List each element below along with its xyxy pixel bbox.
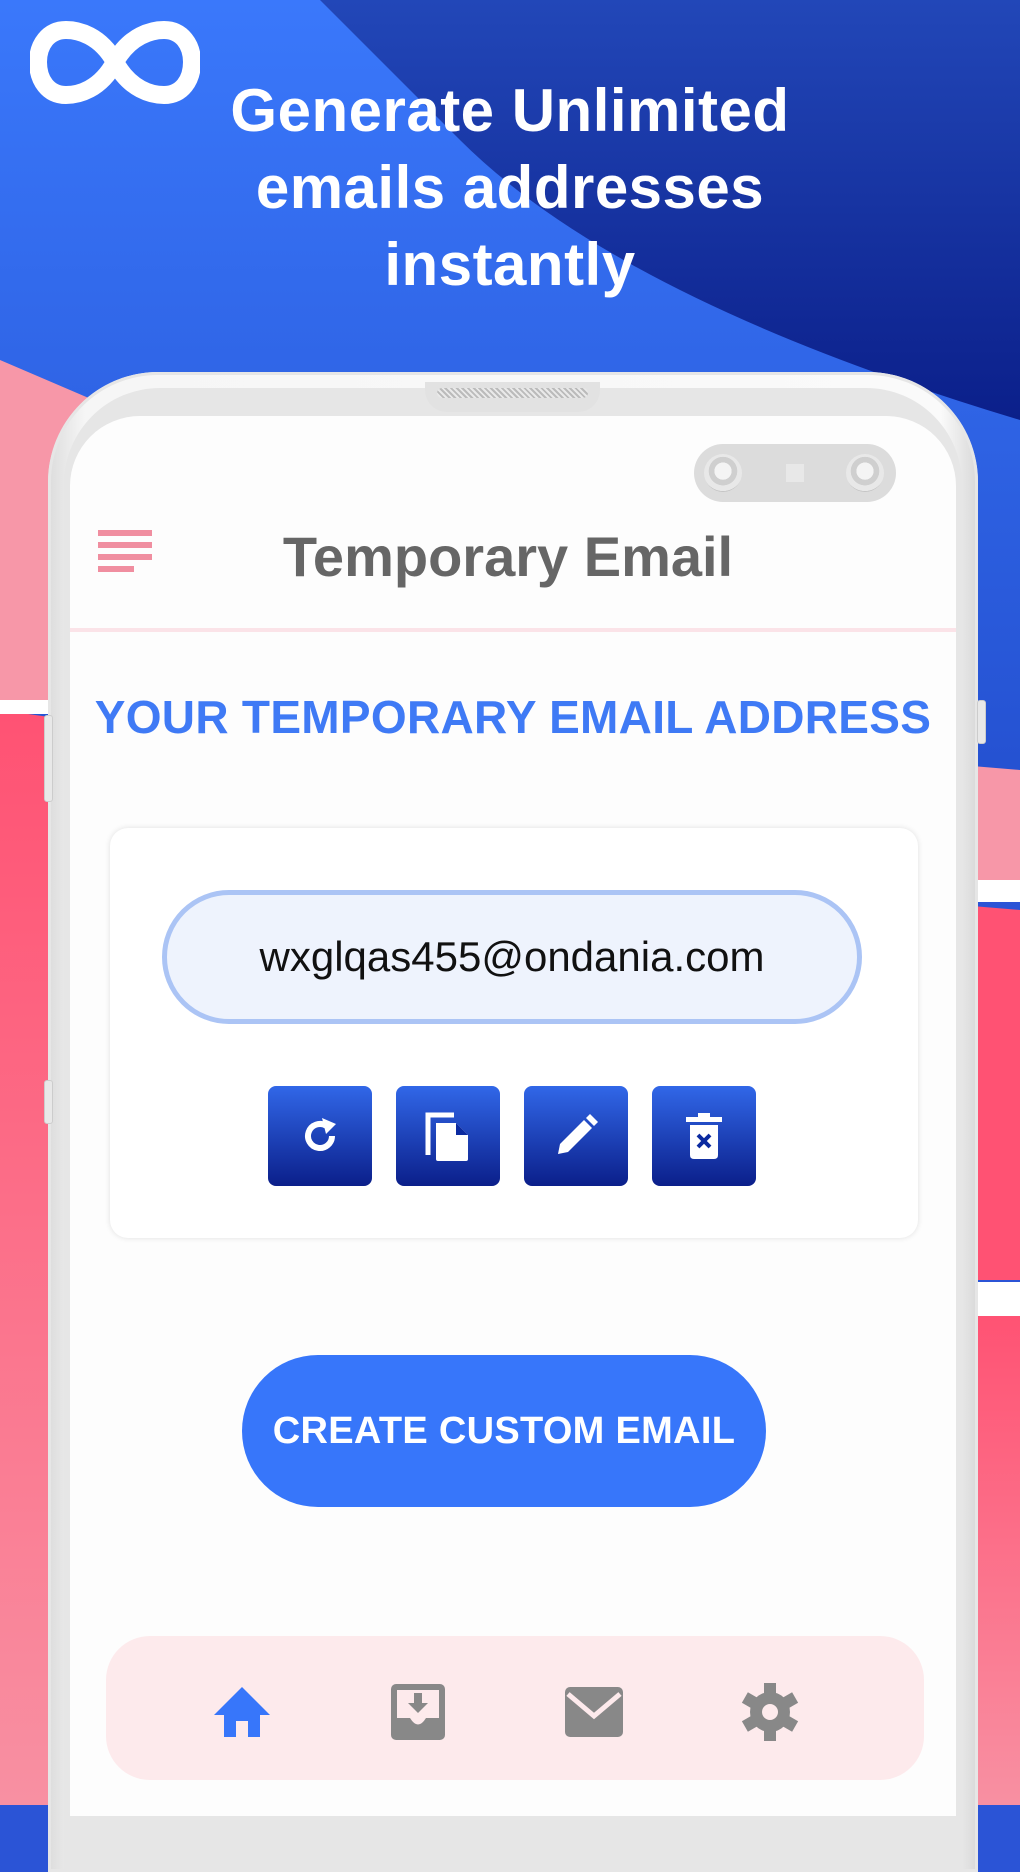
phone-side-button bbox=[977, 700, 986, 744]
create-custom-email-button[interactable]: CREATE CUSTOM EMAIL bbox=[242, 1355, 766, 1507]
email-address-field[interactable]: wxglqas455@ondania.com bbox=[162, 890, 862, 1024]
phone-speaker bbox=[425, 382, 600, 412]
phone-side-button bbox=[44, 1080, 53, 1124]
trash-icon bbox=[686, 1113, 722, 1159]
headline-line: Generate Unlimited bbox=[230, 77, 790, 144]
camera-lens bbox=[846, 454, 884, 492]
refresh-button[interactable] bbox=[268, 1086, 372, 1186]
headline-line: emails addresses bbox=[255, 154, 765, 221]
camera-lens bbox=[704, 454, 742, 492]
bottom-nav bbox=[106, 1636, 924, 1780]
refresh-icon bbox=[305, 1118, 336, 1151]
nav-inbox[interactable] bbox=[386, 1680, 450, 1744]
camera-sensor bbox=[786, 464, 804, 482]
edit-button[interactable] bbox=[524, 1086, 628, 1186]
email-actions bbox=[268, 1086, 756, 1186]
nav-settings[interactable] bbox=[738, 1680, 802, 1744]
promo-headline: Generate Unlimited emails addresses inst… bbox=[130, 72, 890, 303]
phone-camera bbox=[694, 444, 896, 502]
app-bar-divider bbox=[70, 628, 956, 632]
delete-button[interactable] bbox=[652, 1086, 756, 1186]
pencil-icon bbox=[558, 1114, 598, 1154]
nav-home[interactable] bbox=[210, 1680, 274, 1744]
home-icon bbox=[214, 1687, 270, 1737]
nav-mail[interactable] bbox=[562, 1680, 626, 1744]
envelope-icon bbox=[565, 1687, 623, 1737]
copy-icon bbox=[425, 1112, 468, 1161]
headline-line: instantly bbox=[384, 231, 636, 298]
app-title: Temporary Email bbox=[282, 525, 734, 588]
inbox-download-icon bbox=[391, 1684, 445, 1740]
section-title: YOUR TEMPORARY EMAIL ADDRESS bbox=[94, 691, 932, 743]
copy-button[interactable] bbox=[396, 1086, 500, 1186]
phone-side-button bbox=[44, 715, 53, 802]
gear-icon bbox=[741, 1683, 799, 1741]
email-card: wxglqas455@ondania.com bbox=[110, 828, 918, 1238]
app-bar: Temporary Email bbox=[70, 500, 956, 630]
